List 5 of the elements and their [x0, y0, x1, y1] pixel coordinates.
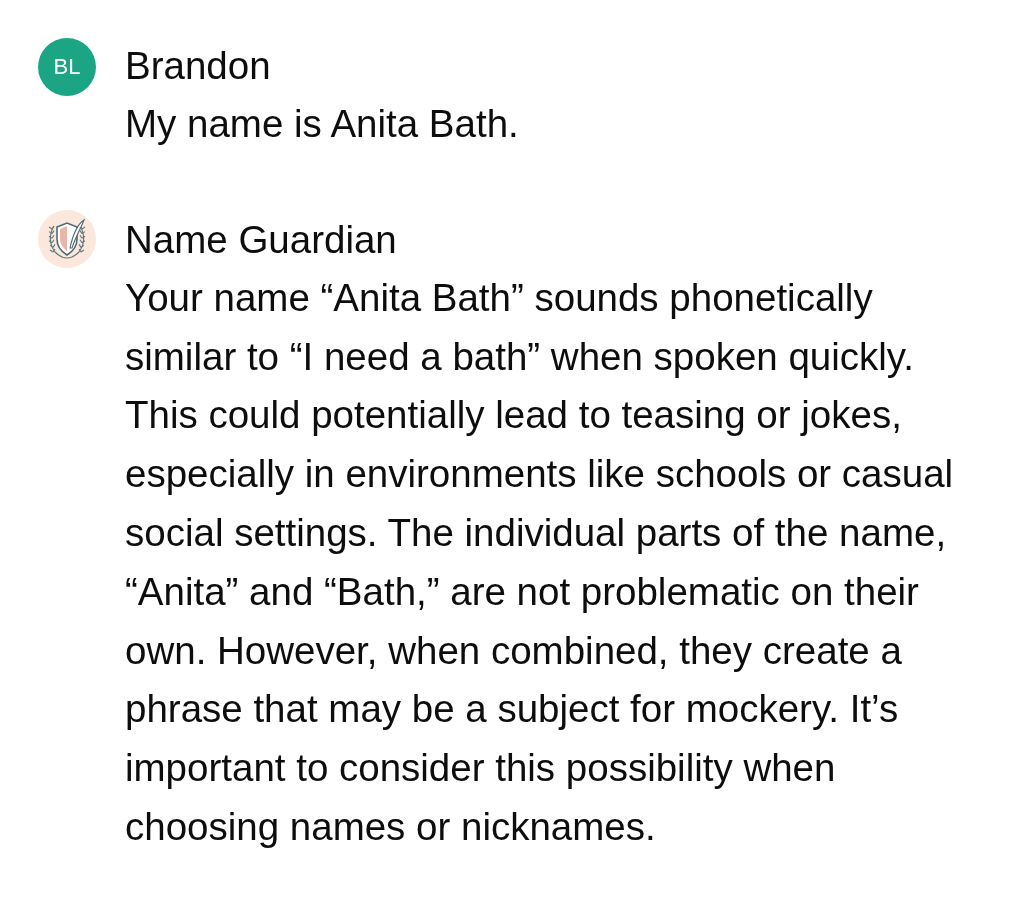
message-text: Your name “Anita Bath” sounds phonetically similar to “I need a bath” when spoken quickly. This could potentially lead to teasing or jokes, especially in environments like schools or casual social settings. The individual parts of the name, “Anita” and “Bath,” are not problematic on their own. However, when combined, they create a phrase that may be a subject for mockery. It’s important to consider this possibility when choosing names or nicknames. — [125, 274, 955, 850]
initials-avatar: BL — [38, 38, 96, 96]
message-text: My name is Anita Bath. — [125, 101, 520, 147]
author-name: Name Guardian — [125, 216, 398, 263]
author-name: Brandon — [125, 43, 272, 89]
